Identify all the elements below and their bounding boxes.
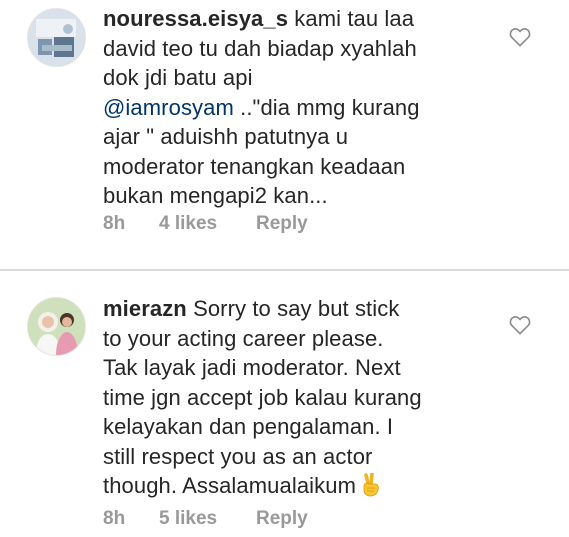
comment-text: mierazn Sorry to say but stick to your a… xyxy=(103,294,498,501)
comment-text-line: still respect you as an actor xyxy=(103,443,373,469)
like-button[interactable] xyxy=(509,27,531,47)
comment-text-line: kami tau laa xyxy=(288,6,415,31)
comment-text-line: moderator tenangkan keadaan xyxy=(103,153,406,179)
comment-text: nouressa.eisya_s kami tau laa david teo … xyxy=(103,4,498,211)
comment-text-line: Sorry to say but stick xyxy=(186,296,400,321)
comment-username[interactable]: nouressa.eisya_s xyxy=(103,6,288,31)
like-button[interactable] xyxy=(509,315,531,335)
comment-text-line: bukan mengapi2 kan... xyxy=(103,183,328,208)
comment-text-line: Tak layak jadi moderator. Next xyxy=(103,355,401,380)
heart-outline-icon xyxy=(509,316,531,335)
comment-meta: 8h 5 likes Reply xyxy=(103,508,308,530)
comment-timestamp: 8h xyxy=(103,508,126,529)
comment-item: mierazn Sorry to say but stick to your a… xyxy=(0,276,569,537)
comment-likes-count[interactable]: 5 likes xyxy=(159,508,256,530)
profile-photo-icon xyxy=(28,9,85,66)
comment-meta: 8h 4 likes Reply xyxy=(103,213,308,235)
heart-outline-icon xyxy=(509,28,531,47)
commenter-avatar[interactable] xyxy=(27,297,86,356)
comment-text-line: kelayakan dan pengalaman. I xyxy=(103,414,394,439)
comment-text-line: david teo tu dah biadap xyahlah xyxy=(103,35,417,61)
mention-link[interactable]: @iamrosyam xyxy=(103,95,234,120)
comment-text-line: dok jdi batu api xyxy=(103,65,253,90)
comment-username[interactable]: mierazn xyxy=(103,296,187,321)
commenter-avatar[interactable] xyxy=(27,8,86,67)
comment-likes-count[interactable]: 4 likes xyxy=(159,213,256,235)
comment-text-line: though. Assalamualaikum xyxy=(103,473,357,498)
comment-item: nouressa.eisya_s kami tau laa david teo … xyxy=(0,0,569,262)
reply-button[interactable]: Reply xyxy=(256,508,308,530)
reply-button[interactable]: Reply xyxy=(256,213,308,235)
comment-text-line: to your acting career please. xyxy=(103,325,384,351)
divider xyxy=(0,269,569,271)
comment-text-line: ajar " aduishh patutnya u xyxy=(103,124,349,149)
comment-timestamp: 8h xyxy=(103,213,126,234)
profile-photo-icon xyxy=(28,298,85,355)
victory-hand-emoji xyxy=(360,472,382,497)
comment-text-line: time jgn accept job kalau kurang xyxy=(103,384,422,410)
comment-text-line: .."dia mmg kurang xyxy=(233,94,420,120)
